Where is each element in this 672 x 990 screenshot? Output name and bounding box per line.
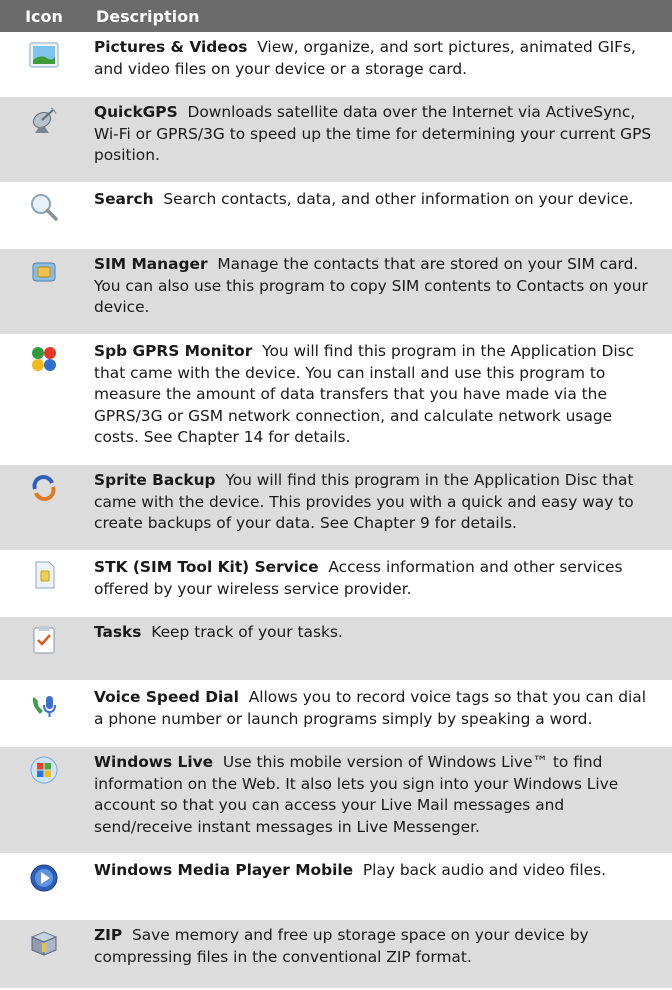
voice-speed-dial-icon xyxy=(32,696,56,717)
program-name: SIM Manager xyxy=(94,255,208,273)
row-description: STK (SIM Tool Kit) Service Access inform… xyxy=(88,552,672,615)
search-magnifier-icon xyxy=(31,194,58,221)
program-text: Keep track of your tasks. xyxy=(151,623,343,641)
program-name: Spb GPRS Monitor xyxy=(94,342,253,360)
program-name: Windows Media Player Mobile xyxy=(94,861,354,879)
program-text: Downloads satellite data over the Intern… xyxy=(94,103,652,164)
table-row: QuickGPS Downloads satellite data over t… xyxy=(0,97,672,184)
program-name: Tasks xyxy=(94,623,142,641)
description-column-header: Description xyxy=(96,6,200,26)
pictures-videos-icon xyxy=(29,42,59,68)
row-description: Sprite Backup You will find this program… xyxy=(88,465,672,550)
table-row: Pictures & Videos View, organize, and so… xyxy=(0,32,672,97)
row-description: Windows Media Player Mobile Play back au… xyxy=(88,855,672,918)
tasks-clipboard-icon xyxy=(33,626,55,654)
program-text: Play back audio and video files. xyxy=(362,861,607,879)
program-name: QuickGPS xyxy=(94,103,178,121)
row-description: Voice Speed Dial Allows you to record vo… xyxy=(88,682,672,745)
stk-sim-card-icon xyxy=(35,561,55,589)
table-row: STK (SIM Tool Kit) Service Access inform… xyxy=(0,552,672,617)
table-header: Icon Description xyxy=(0,0,672,32)
program-text: Save memory and free up storage space on… xyxy=(94,926,589,966)
program-name: ZIP xyxy=(94,926,123,944)
program-name: Windows Live xyxy=(94,753,214,771)
row-description: Spb GPRS Monitor You will find this prog… xyxy=(88,336,672,463)
quickgps-satellite-icon xyxy=(32,107,57,133)
table-row: Voice Speed Dial Allows you to record vo… xyxy=(0,682,672,747)
row-description: Windows Live Use this mobile version of … xyxy=(88,747,672,853)
table-row: ZIP Save memory and free up storage spac… xyxy=(0,920,672,990)
program-name: Voice Speed Dial xyxy=(94,688,239,706)
program-name: Search xyxy=(94,190,154,208)
windows-live-icon xyxy=(30,756,58,784)
program-name: Sprite Backup xyxy=(94,471,216,489)
table-row: Windows Live Use this mobile version of … xyxy=(0,747,672,855)
spb-gprs-monitor-icon xyxy=(32,347,56,371)
program-text: Search contacts, data, and other informa… xyxy=(163,190,634,208)
row-description: ZIP Save memory and free up storage spac… xyxy=(88,920,672,988)
program-name: STK (SIM Tool Kit) Service xyxy=(94,558,319,576)
table-row: Spb GPRS Monitor You will find this prog… xyxy=(0,336,672,465)
row-description: SIM Manager Manage the contacts that are… xyxy=(88,249,672,334)
row-description: QuickGPS Downloads satellite data over t… xyxy=(88,97,672,182)
zip-archive-icon xyxy=(30,931,58,956)
row-description: Pictures & Videos View, organize, and so… xyxy=(88,32,672,95)
icon-column-header: Icon xyxy=(25,6,63,26)
sim-manager-icon xyxy=(32,262,56,282)
sprite-backup-icon xyxy=(32,475,56,501)
program-name: Pictures & Videos xyxy=(94,38,248,56)
table-row: Search Search contacts, data, and other … xyxy=(0,184,672,249)
table-row: Windows Media Player Mobile Play back au… xyxy=(0,855,672,920)
table-row: SIM Manager Manage the contacts that are… xyxy=(0,249,672,336)
row-description: Tasks Keep track of your tasks. xyxy=(88,617,672,680)
table-row: Sprite Backup You will find this program… xyxy=(0,465,672,552)
program-table: Icon Description Pictures & Videos View,… xyxy=(0,0,672,990)
row-description: Search Search contacts, data, and other … xyxy=(88,184,672,247)
table-row: Tasks Keep track of your tasks. xyxy=(0,617,672,682)
